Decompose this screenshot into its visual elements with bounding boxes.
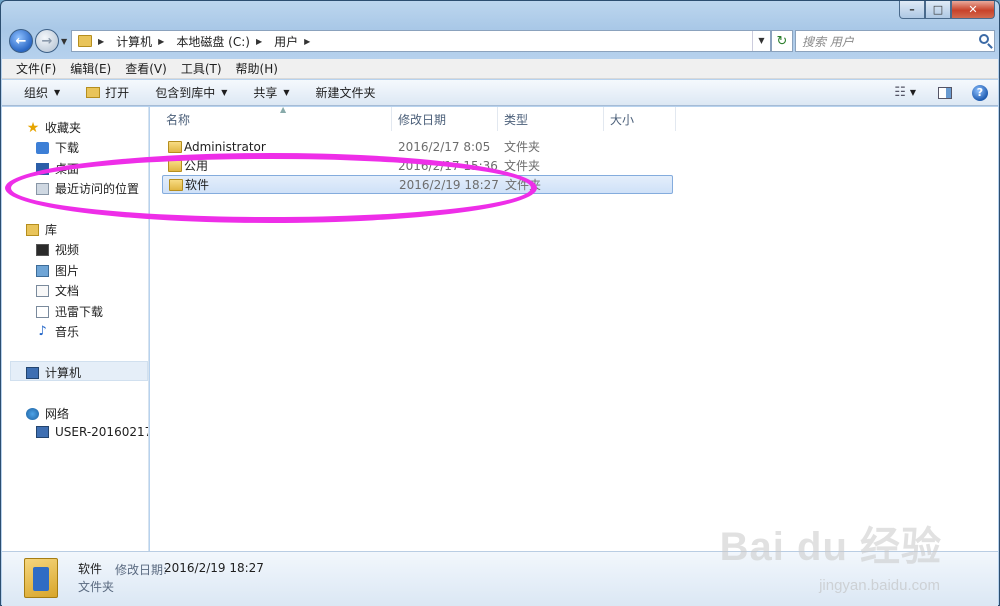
- address-bar[interactable]: ▶ 计算机 ▶ 本地磁盘 (C:) ▶ 用户 ▶ ▼: [71, 30, 771, 52]
- column-header-type[interactable]: 类型: [498, 107, 604, 131]
- nav-documents[interactable]: 文档: [36, 282, 79, 299]
- recent-places-icon: [36, 182, 49, 195]
- open-folder-icon: [86, 87, 101, 98]
- nav-network-pc[interactable]: USER-20160217TM: [36, 425, 148, 439]
- file-row[interactable]: 公用 2016/2/17 15:36 文件夹: [162, 156, 673, 175]
- folder-icon: [169, 178, 183, 191]
- view-options-icon[interactable]: ☷: [894, 85, 906, 100]
- share-button[interactable]: 共享 ▼: [253, 84, 289, 101]
- search-input[interactable]: 搜索 用户: [795, 30, 995, 52]
- download-icon: [36, 305, 49, 318]
- nav-downloads[interactable]: 下载: [36, 139, 79, 156]
- nav-music[interactable]: ♪ 音乐: [36, 323, 79, 340]
- breadcrumb-users[interactable]: 用户: [274, 33, 298, 50]
- nav-desktop[interactable]: 桌面: [36, 160, 79, 177]
- organize-button[interactable]: 组织 ▼: [24, 84, 60, 101]
- folder-icon: [168, 159, 182, 172]
- file-row-selected[interactable]: 软件 2016/2/19 18:27 文件夹: [162, 175, 673, 194]
- menu-file[interactable]: 文件(F): [16, 60, 56, 77]
- menu-view[interactable]: 查看(V): [125, 60, 167, 77]
- video-icon: [36, 243, 49, 256]
- nav-videos[interactable]: 视频: [36, 241, 79, 258]
- file-list: 名称 ▲ 修改日期 类型 大小 Administrator 2016/2/17 …: [150, 105, 998, 551]
- breadcrumb-root-arrow[interactable]: ▶: [98, 37, 110, 46]
- search-placeholder: 搜索 用户: [802, 34, 854, 49]
- chevron-right-icon[interactable]: ▶: [256, 37, 262, 46]
- menu-tools[interactable]: 工具(T): [181, 60, 222, 77]
- file-row[interactable]: Administrator 2016/2/17 8:05 文件夹: [162, 137, 673, 156]
- folder-icon: [78, 35, 92, 47]
- nav-favorites[interactable]: ★ 收藏夹: [26, 119, 81, 136]
- desktop-icon: [36, 162, 49, 175]
- folder-icon: [168, 140, 182, 153]
- nav-recent-places[interactable]: 最近访问的位置: [36, 180, 139, 197]
- nav-pictures[interactable]: 图片: [36, 262, 79, 279]
- menu-edit[interactable]: 编辑(E): [70, 60, 111, 77]
- search-icon[interactable]: [979, 34, 989, 44]
- details-name: 软件: [78, 562, 103, 576]
- chevron-down-icon: ▼: [221, 88, 228, 97]
- maximize-button[interactable]: □: [925, 1, 951, 19]
- chevron-down-icon[interactable]: ▼: [910, 88, 916, 97]
- explorer-window: – □ ✕ ← → ▼ ▶ 计算机 ▶ 本地磁盘 (C:) ▶ 用户 ▶ ▼ ↻…: [0, 0, 1000, 606]
- column-header-date[interactable]: 修改日期: [392, 107, 498, 131]
- close-button[interactable]: ✕: [951, 1, 995, 19]
- breadcrumb-drive[interactable]: 本地磁盘 (C:): [176, 33, 250, 50]
- details-type: 文件夹: [78, 580, 115, 594]
- preview-pane-icon[interactable]: [938, 86, 952, 99]
- breadcrumb-computer[interactable]: 计算机: [116, 33, 152, 50]
- chevron-right-icon[interactable]: ▶: [158, 37, 164, 46]
- sort-arrow-icon: ▲: [280, 105, 287, 114]
- computer-icon: [36, 426, 49, 438]
- chevron-right-icon[interactable]: ▶: [304, 37, 310, 46]
- menu-help[interactable]: 帮助(H): [236, 60, 278, 77]
- minimize-button[interactable]: –: [899, 1, 925, 19]
- details-date-label: 修改日期:: [115, 563, 168, 577]
- navigation-pane: ★ 收藏夹 下载 桌面 最近访问的位置 库 视频 图片 文档 迅雷下载 ♪ 音乐 计: [2, 107, 149, 551]
- chevron-down-icon: ▼: [283, 88, 290, 97]
- download-folder-icon: [36, 141, 49, 154]
- include-in-library-button[interactable]: 包含到库中 ▼: [155, 84, 227, 101]
- nav-libraries[interactable]: 库: [26, 221, 57, 238]
- library-icon: [26, 223, 39, 236]
- recent-pages-dropdown[interactable]: ▼: [61, 37, 67, 46]
- details-date: 2016/2/19 18:27: [164, 561, 264, 575]
- nav-xunlei-downloads[interactable]: 迅雷下载: [36, 303, 103, 320]
- new-folder-button[interactable]: 新建文件夹: [316, 84, 376, 101]
- document-icon: [36, 284, 49, 297]
- caption-buttons: – □ ✕: [899, 1, 995, 19]
- music-note-icon: ♪: [38, 323, 47, 339]
- computer-icon: [26, 366, 39, 379]
- menu-bar: 文件(F) 编辑(E) 查看(V) 工具(T) 帮助(H): [2, 59, 998, 79]
- network-icon: [26, 407, 39, 420]
- baidu-watermark-url: jingyan.baidu.com: [819, 577, 940, 594]
- address-row: ← → ▼ ▶ 计算机 ▶ 本地磁盘 (C:) ▶ 用户 ▶ ▼ ↻ 搜索 用户: [9, 29, 995, 55]
- column-header-name[interactable]: 名称 ▲: [160, 105, 392, 131]
- details-pane: 软件 修改日期: 2016/2/19 18:27 文件夹 Bai du 经验 j…: [2, 525, 998, 606]
- nav-network[interactable]: 网络: [26, 405, 69, 422]
- software-folder-icon: [24, 558, 58, 598]
- nav-computer[interactable]: 计算机: [26, 364, 81, 381]
- refresh-button[interactable]: ↻: [771, 30, 793, 52]
- help-icon[interactable]: ?: [972, 84, 988, 101]
- column-header-size[interactable]: 大小: [604, 107, 676, 131]
- command-bar: 组织 ▼ 打开 包含到库中 ▼ 共享 ▼ 新建文件夹 ☷ ▼ ?: [2, 80, 998, 106]
- star-icon: ★: [26, 119, 40, 136]
- chevron-down-icon: ▼: [54, 88, 61, 97]
- back-button[interactable]: ←: [9, 29, 33, 53]
- picture-icon: [36, 264, 49, 277]
- baidu-watermark: Bai du 经验: [719, 525, 942, 569]
- open-button[interactable]: 打开: [86, 84, 129, 101]
- address-history-dropdown[interactable]: ▼: [752, 31, 770, 51]
- forward-button[interactable]: →: [35, 29, 59, 53]
